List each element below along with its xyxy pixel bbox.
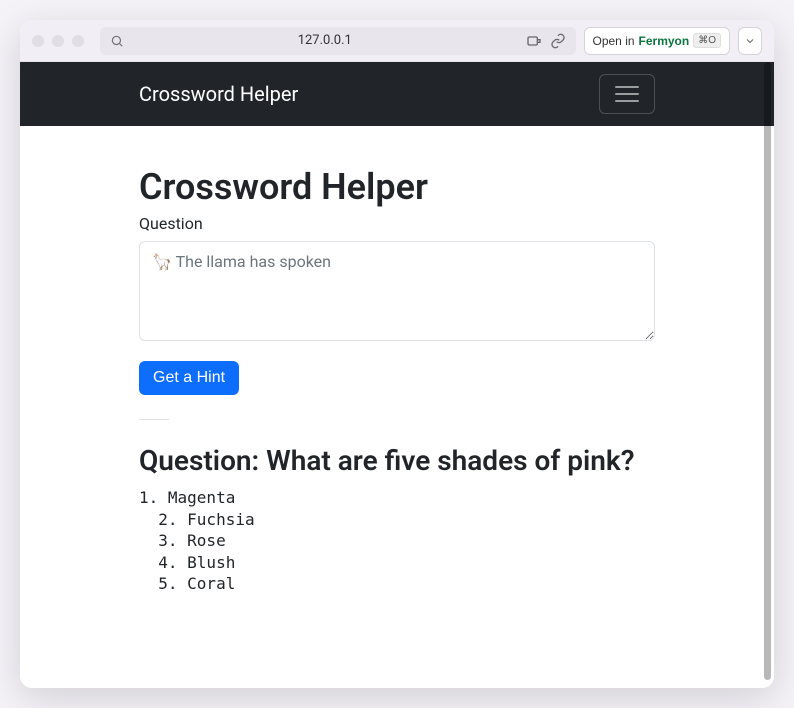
browser-chrome: 127.0.0.1 Open in Fermyon ⌘O: [20, 20, 774, 62]
navbar-brand[interactable]: Crossword Helper: [139, 82, 298, 106]
minimize-window-button[interactable]: [52, 35, 64, 47]
page-title: Crossword Helper: [139, 166, 655, 208]
get-hint-button[interactable]: Get a Hint: [139, 361, 239, 395]
navbar: Crossword Helper: [20, 62, 774, 126]
question-input[interactable]: [139, 241, 655, 341]
dropdown-toggle[interactable]: [738, 27, 762, 55]
page-content: Crossword Helper Crossword Helper Questi…: [20, 62, 774, 688]
chevron-down-icon: [744, 35, 756, 47]
address-text: 127.0.0.1: [132, 33, 518, 48]
open-in-brand: Fermyon: [639, 34, 690, 48]
section-divider: [139, 419, 169, 420]
traffic-lights: [32, 35, 84, 47]
link-icon[interactable]: [550, 33, 566, 49]
address-bar[interactable]: 127.0.0.1: [100, 27, 576, 55]
maximize-window-button[interactable]: [72, 35, 84, 47]
close-window-button[interactable]: [32, 35, 44, 47]
keyboard-shortcut: ⌘O: [693, 33, 721, 48]
scrollbar[interactable]: [764, 62, 771, 680]
open-in-fermyon-button[interactable]: Open in Fermyon ⌘O: [584, 27, 731, 55]
extension-icon[interactable]: [526, 33, 542, 49]
main-container: Crossword Helper Question Get a Hint Que…: [127, 126, 667, 615]
open-in-prefix: Open in: [593, 34, 635, 48]
browser-window: 127.0.0.1 Open in Fermyon ⌘O: [20, 20, 774, 688]
address-actions: [526, 33, 566, 49]
result-heading: Question: What are five shades of pink?: [139, 444, 655, 477]
hamburger-icon: [615, 86, 639, 102]
result-body: 1. Magenta 2. Fuchsia 3. Rose 4. Blush 5…: [139, 487, 655, 595]
search-icon: [110, 34, 124, 48]
navbar-toggler[interactable]: [599, 74, 655, 114]
question-label: Question: [139, 214, 655, 233]
